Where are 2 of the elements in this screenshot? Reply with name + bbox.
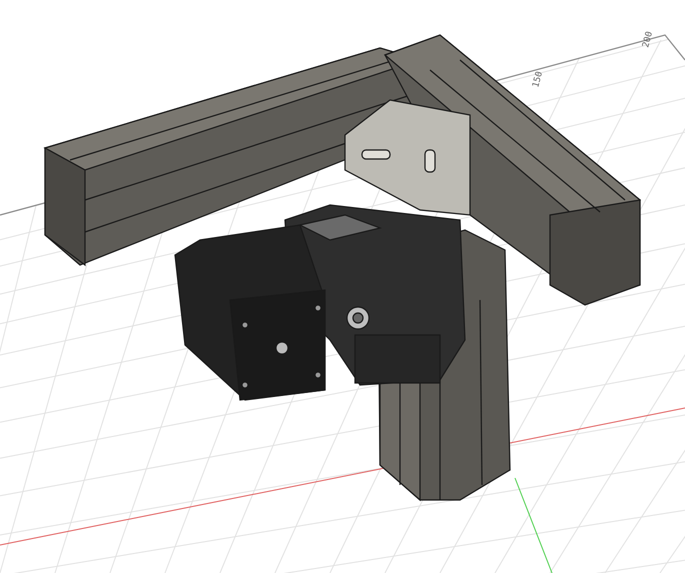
- grid-scale-label: 200: [641, 30, 656, 49]
- grid-scale-label: 150: [531, 70, 546, 89]
